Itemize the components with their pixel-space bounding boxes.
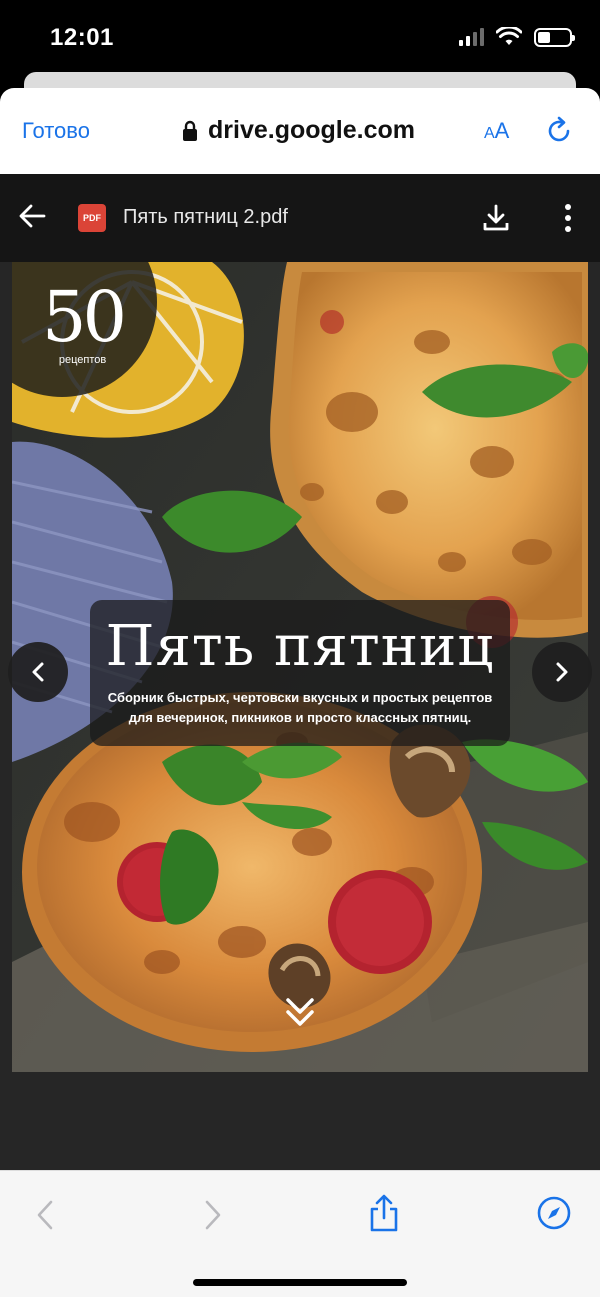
lock-icon — [183, 120, 197, 141]
chevron-right-icon — [556, 662, 568, 682]
status-bar: 12:01 — [0, 0, 600, 72]
recipe-count-badge: 50 рецептов — [42, 276, 127, 366]
back-arrow-icon[interactable] — [18, 202, 46, 230]
browser-forward-icon[interactable] — [202, 1199, 224, 1231]
recipe-count: 50 — [42, 276, 127, 358]
pdf-file-icon: PDF — [78, 204, 106, 232]
next-page-button[interactable] — [532, 642, 592, 702]
more-options-icon[interactable] — [560, 202, 576, 234]
book-title: Пять пятниц — [105, 614, 495, 679]
pdf-viewer[interactable]: 50 рецептов Пять пятниц Сборник быстрых,… — [0, 262, 600, 1170]
address-bar[interactable]: drive.google.com — [182, 116, 415, 145]
battery-icon — [534, 27, 575, 47]
text-size-button[interactable]: AA — [484, 118, 509, 144]
compass-icon[interactable] — [536, 1195, 572, 1231]
cellular-signal-icon — [459, 28, 484, 46]
pdf-page: 50 рецептов Пять пятниц Сборник быстрых,… — [12, 262, 588, 1072]
book-subtitle-line-1: Сборник быстрых, чертовски вкусных и про… — [107, 690, 493, 705]
browser-top-bar: Готово drive.google.com AA — [0, 88, 600, 174]
browser-bottom-toolbar — [0, 1170, 600, 1297]
scroll-down-chevron-icon[interactable] — [284, 996, 316, 1030]
previous-page-button[interactable] — [8, 642, 68, 702]
chevron-left-icon — [32, 662, 44, 682]
home-indicator[interactable] — [193, 1279, 407, 1286]
share-icon[interactable] — [368, 1193, 400, 1233]
url-text: drive.google.com — [208, 116, 415, 144]
file-name: Пять пятниц 2.pdf — [123, 206, 288, 228]
text-size-large: A — [494, 118, 510, 143]
browser-back-icon[interactable] — [34, 1199, 56, 1231]
wifi-icon — [496, 27, 522, 45]
cover-title-panel: Пять пятниц Сборник быстрых, чертовски в… — [90, 600, 510, 746]
book-subtitle-line-2: для вечеринок, пикников и просто классны… — [128, 710, 472, 725]
drive-viewer-header: PDF Пять пятниц 2.pdf — [0, 174, 600, 262]
done-button[interactable]: Готово — [22, 118, 90, 144]
text-size-small: A — [484, 125, 495, 142]
status-time: 12:01 — [50, 24, 114, 51]
download-icon[interactable] — [480, 202, 512, 234]
reload-icon[interactable] — [544, 116, 574, 146]
status-icons — [459, 27, 575, 47]
